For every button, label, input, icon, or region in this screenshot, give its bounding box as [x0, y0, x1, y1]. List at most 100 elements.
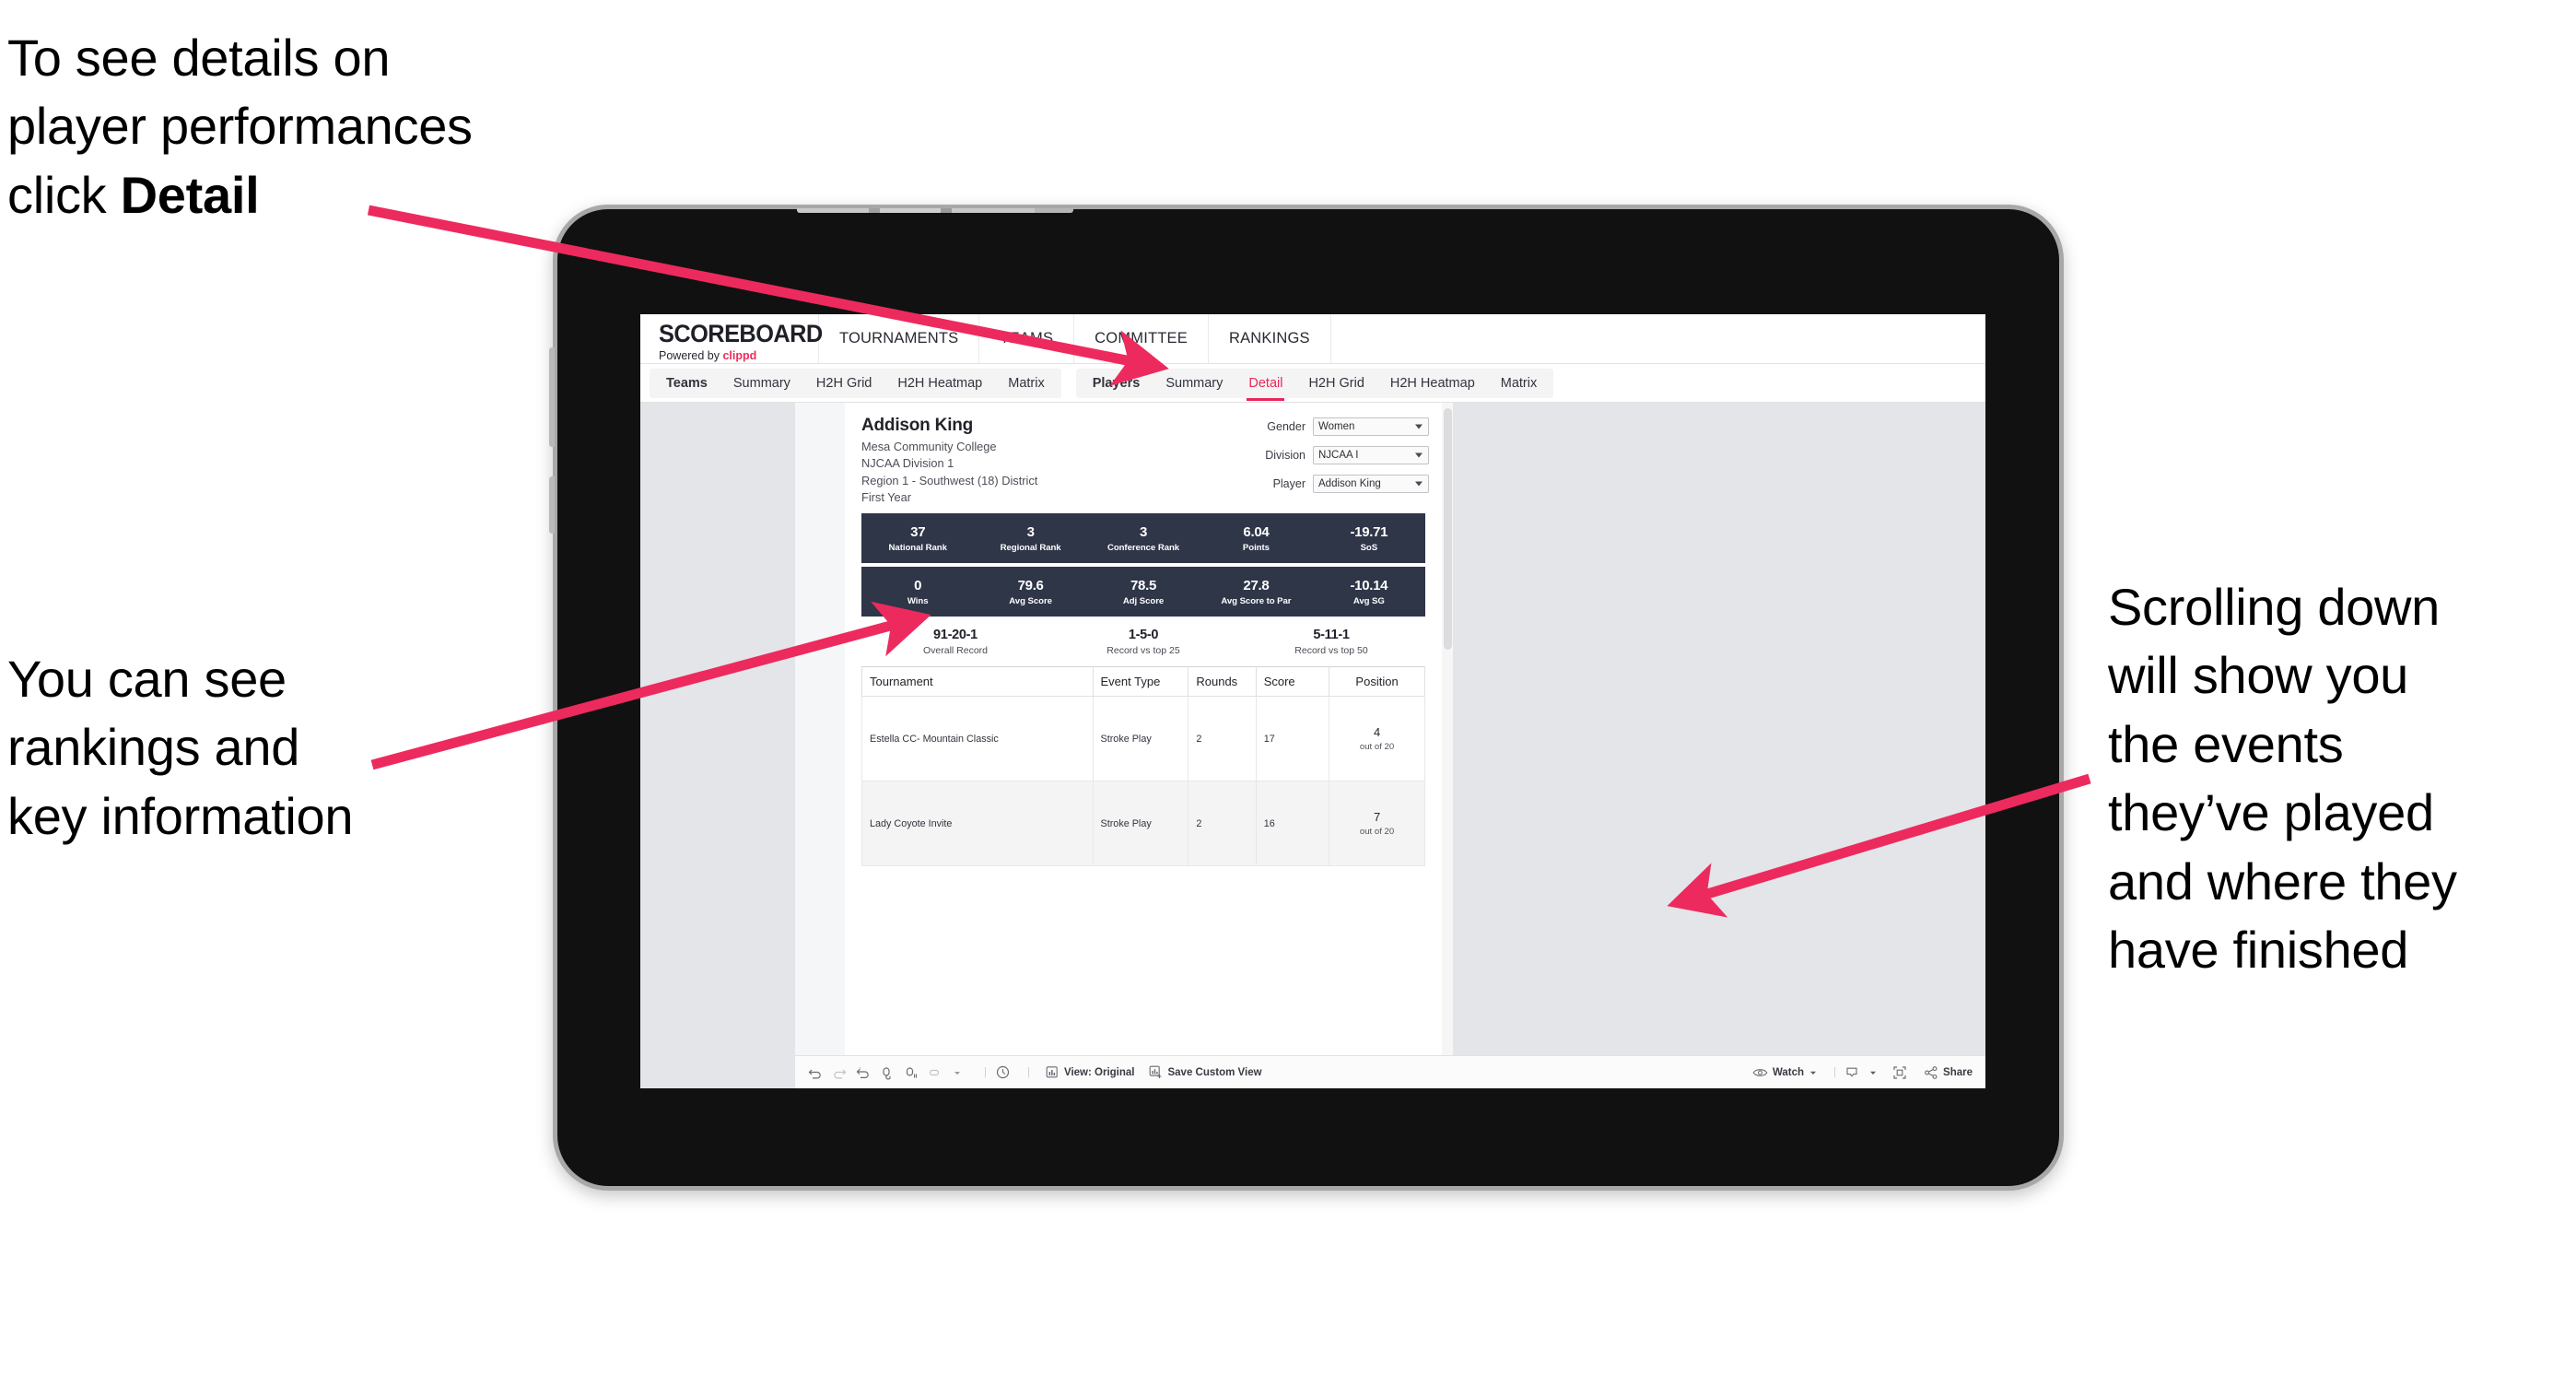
- stat-label: Points: [1242, 542, 1270, 553]
- subnav-item-players[interactable]: Players: [1080, 369, 1153, 398]
- topnav-item-teams[interactable]: TEAMS: [978, 314, 1073, 363]
- revert-icon[interactable]: 1: [856, 1065, 880, 1080]
- subnav-item-players-h2h-grid[interactable]: H2H Grid: [1295, 369, 1376, 398]
- pause-icon[interactable]: [904, 1065, 928, 1080]
- stat-value: -10.14: [1350, 577, 1388, 593]
- stat-regional-rank: 3 Regional Rank: [974, 524, 1086, 553]
- column-header-rounds[interactable]: Rounds: [1188, 666, 1257, 697]
- stat-avg-score: 79.6 Avg Score: [974, 578, 1086, 606]
- cell-position: 7 out of 20: [1329, 781, 1425, 866]
- stat-value: 79.6: [1017, 577, 1044, 593]
- stat-conference-rank: 3 Conference Rank: [1087, 524, 1200, 553]
- table-row[interactable]: Lady Coyote Invite Stroke Play 2 16 7 ou…: [861, 781, 1425, 866]
- gender-dropdown[interactable]: Women: [1313, 417, 1429, 436]
- chevron-down-icon: [1415, 481, 1423, 487]
- column-header-score[interactable]: Score: [1255, 666, 1330, 697]
- download-icon[interactable]: [1844, 1065, 1868, 1080]
- filter-label-division: Division: [1265, 449, 1306, 462]
- clock-icon[interactable]: [995, 1064, 1019, 1080]
- toolbar-divider: |: [1027, 1066, 1030, 1078]
- events-table: Tournament Event Type Rounds Score Posit…: [861, 666, 1425, 866]
- caret-down-icon[interactable]: [952, 1067, 976, 1078]
- division-dropdown-value: NJCAA I: [1318, 450, 1359, 461]
- position-number: 7: [1373, 810, 1381, 824]
- chevron-down-icon: [1415, 452, 1423, 458]
- subnav-item-players-matrix[interactable]: Matrix: [1488, 369, 1550, 398]
- highlight-icon[interactable]: [928, 1065, 952, 1080]
- view-original-icon: [1046, 1065, 1060, 1079]
- topnav-item-tournaments[interactable]: TOURNAMENTS: [818, 314, 978, 363]
- view-original-button[interactable]: View: Original: [1038, 1065, 1142, 1079]
- stat-value: 37: [910, 523, 926, 540]
- cell-tournament: Estella CC- Mountain Classic: [861, 696, 1094, 781]
- scoreboard-logo[interactable]: SCOREBOARD Powered by clippd: [640, 314, 823, 363]
- stat-value: 0: [914, 577, 922, 593]
- subnav-item-players-detail[interactable]: Detail: [1235, 369, 1295, 401]
- stat-label: National Rank: [888, 542, 947, 553]
- division-dropdown[interactable]: NJCAA I: [1313, 446, 1429, 464]
- stat-label: Regional Rank: [1000, 542, 1061, 553]
- undo-icon[interactable]: [808, 1065, 832, 1080]
- position-number: 4: [1373, 725, 1381, 739]
- refresh-icon[interactable]: [880, 1065, 904, 1080]
- subnav-item-players-h2h-heatmap[interactable]: H2H Heatmap: [1377, 369, 1488, 398]
- eye-icon: [1752, 1066, 1768, 1079]
- chevron-down-icon: [1415, 424, 1423, 429]
- position-out-of: out of 20: [1359, 827, 1395, 837]
- subnav-item-teams-summary[interactable]: Summary: [720, 369, 803, 398]
- subnav-item-teams-matrix[interactable]: Matrix: [995, 369, 1057, 398]
- topnav-item-committee[interactable]: COMMITTEE: [1073, 314, 1208, 363]
- cell-rounds: 2: [1188, 696, 1257, 781]
- column-header-position[interactable]: Position: [1329, 666, 1425, 697]
- fullscreen-icon[interactable]: [1892, 1065, 1916, 1080]
- vertical-scrollbar-thumb[interactable]: [1444, 408, 1452, 650]
- brand-title: SCOREBOARD: [659, 319, 823, 347]
- stat-avg-sg: -10.14 Avg SG: [1313, 578, 1425, 606]
- app-top-navigation: SCOREBOARD Powered by clippd TOURNAMENTS…: [640, 314, 1985, 364]
- app-sub-navigation: Teams Summary H2H Grid H2H Heatmap Matri…: [640, 364, 1985, 403]
- stat-label: Avg Score: [1009, 595, 1052, 606]
- toolbar-divider: |: [1833, 1066, 1837, 1078]
- column-header-tournament[interactable]: Tournament: [861, 666, 1094, 697]
- topnav-empty-space: [1329, 314, 1985, 363]
- player-dropdown[interactable]: Addison King: [1313, 475, 1429, 493]
- save-custom-view-label: Save Custom View: [1167, 1066, 1262, 1078]
- annotation-click-detail: To see details on player performances cl…: [7, 24, 615, 229]
- stat-value: 3: [1139, 523, 1148, 540]
- watch-button[interactable]: Watch: [1745, 1066, 1825, 1079]
- subnav-item-teams-h2h-heatmap[interactable]: H2H Heatmap: [884, 369, 995, 398]
- clippd-wordmark: clippd: [722, 348, 757, 362]
- record-label: Record vs top 50: [1294, 644, 1368, 656]
- stat-value: -19.71: [1350, 523, 1388, 540]
- record-value: 91-20-1: [933, 627, 978, 642]
- watch-label: Watch: [1772, 1066, 1805, 1078]
- annotation-rankings-info: You can see rankings and key information: [7, 650, 354, 845]
- stats-bar-scoring: 0 Wins 79.6 Avg Score 78.5 Adj Score 27.…: [861, 567, 1425, 617]
- stat-label: Wins: [907, 595, 929, 606]
- table-row[interactable]: Estella CC- Mountain Classic Stroke Play…: [861, 696, 1425, 781]
- subnav-group-teams: Teams Summary H2H Grid H2H Heatmap Matri…: [650, 368, 1061, 398]
- redo-icon[interactable]: [832, 1065, 856, 1080]
- subnav-item-teams[interactable]: Teams: [653, 369, 720, 398]
- position-out-of: out of 20: [1359, 742, 1395, 752]
- save-custom-view-button[interactable]: Save Custom View: [1142, 1065, 1269, 1079]
- cell-event-type: Stroke Play: [1092, 696, 1189, 781]
- subnav-item-teams-h2h-grid[interactable]: H2H Grid: [803, 369, 884, 398]
- record-label: Record vs top 25: [1107, 644, 1180, 656]
- record-value: 5-11-1: [1313, 627, 1350, 642]
- stat-label: Adj Score: [1122, 595, 1165, 606]
- stat-wins: 0 Wins: [861, 578, 974, 606]
- stat-value: 27.8: [1243, 577, 1270, 593]
- topnav-item-rankings[interactable]: RANKINGS: [1207, 314, 1330, 363]
- filter-row-division: Division NJCAA I: [1235, 446, 1429, 464]
- caret-down-icon[interactable]: [1868, 1068, 1892, 1077]
- stat-label: Avg Score to Par: [1221, 595, 1292, 606]
- column-header-event-type[interactable]: Event Type: [1092, 666, 1189, 697]
- powered-by-text: Powered by: [659, 348, 723, 362]
- subnav-item-players-summary[interactable]: Summary: [1153, 369, 1235, 398]
- record-label: Overall Record: [922, 644, 989, 656]
- share-button[interactable]: Share: [1916, 1065, 1985, 1080]
- record-vs-top-25: 1-5-0 Record vs top 25: [1049, 628, 1237, 656]
- toolbar-divider: |: [984, 1066, 987, 1078]
- stat-label: Avg SG: [1352, 595, 1385, 606]
